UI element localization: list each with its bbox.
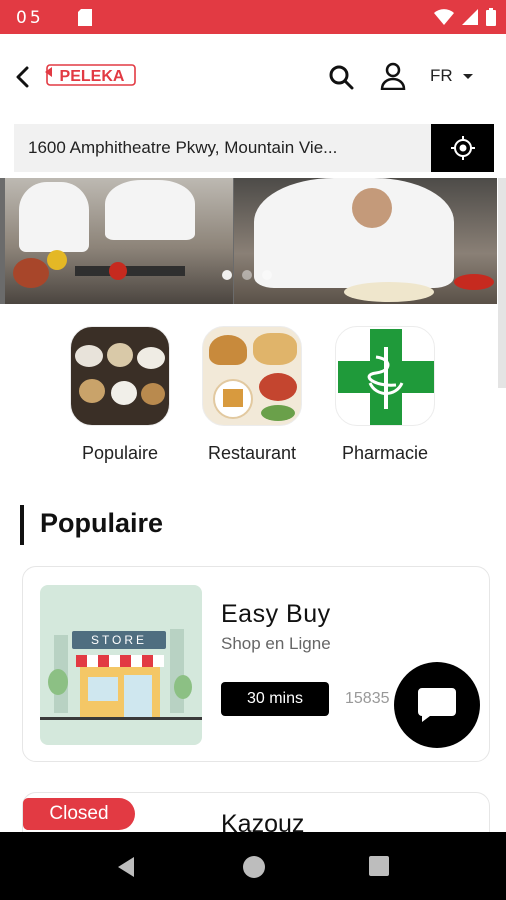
banner-carousel[interactable] <box>0 178 497 304</box>
chevron-left-icon <box>16 66 29 88</box>
carousel-dot[interactable] <box>262 270 272 280</box>
search-icon <box>329 65 354 90</box>
caret-down-icon <box>462 73 473 79</box>
chat-icon <box>418 688 456 722</box>
section-accent-bar <box>20 505 24 545</box>
app-bar: PELEKA FR <box>0 34 506 120</box>
locate-button[interactable] <box>431 124 494 172</box>
category-label: Populaire <box>81 443 159 463</box>
language-label: FR <box>430 66 453 85</box>
back-button[interactable] <box>10 64 34 90</box>
status-bar: 05 <box>0 0 506 34</box>
store-name: Easy Buy <box>221 600 331 628</box>
logo-text: PELEKA <box>60 68 125 85</box>
chat-button[interactable] <box>394 662 480 748</box>
category-image-populaire <box>70 326 170 426</box>
category-restaurant[interactable]: Restaurant <box>197 326 307 464</box>
status-time: 05 <box>16 8 44 28</box>
store-sign: STORE <box>72 631 166 649</box>
battery-icon <box>486 8 496 31</box>
store-number: 15835 <box>345 690 390 707</box>
category-populaire[interactable]: Populaire <box>65 326 175 464</box>
nav-recents-icon[interactable] <box>369 856 389 876</box>
carousel-dot[interactable] <box>242 270 252 280</box>
closed-badge: Closed <box>23 798 135 830</box>
category-image-pharmacie <box>335 326 435 426</box>
system-nav-bar <box>0 832 506 900</box>
store-type: Shop en Ligne <box>221 634 331 653</box>
carousel-dot[interactable] <box>222 270 232 280</box>
delivery-time-badge: 30 mins <box>221 682 329 716</box>
section-title: Populaire <box>40 508 164 538</box>
carousel-dots <box>222 270 272 280</box>
profile-button[interactable] <box>380 62 406 91</box>
wifi-icon <box>434 9 454 30</box>
address-bar: 1600 Amphitheatre Pkwy, Mountain Vie... <box>14 124 494 172</box>
crosshair-icon <box>450 136 475 160</box>
signal-icon <box>462 9 478 30</box>
banner-image-chef-plating <box>234 178 497 304</box>
sd-card-icon <box>78 9 92 31</box>
language-select[interactable]: FR <box>430 66 473 86</box>
store-image: STORE <box>40 585 202 745</box>
scrollbar[interactable] <box>498 178 506 388</box>
category-label: Pharmacie <box>341 443 429 463</box>
nav-home-icon[interactable] <box>243 856 265 878</box>
category-pharmacie[interactable]: Pharmacie <box>330 326 440 464</box>
category-image-restaurant <box>202 326 302 426</box>
banner-image-chefs <box>5 178 233 304</box>
category-label: Restaurant <box>207 443 297 463</box>
search-button[interactable] <box>328 64 354 90</box>
logo: PELEKA <box>44 63 138 89</box>
nav-back-icon[interactable] <box>116 856 136 878</box>
user-icon <box>380 62 406 91</box>
address-input[interactable]: 1600 Amphitheatre Pkwy, Mountain Vie... <box>28 138 408 158</box>
status-icons <box>434 8 496 31</box>
pharmacy-cross-icon <box>338 329 434 425</box>
